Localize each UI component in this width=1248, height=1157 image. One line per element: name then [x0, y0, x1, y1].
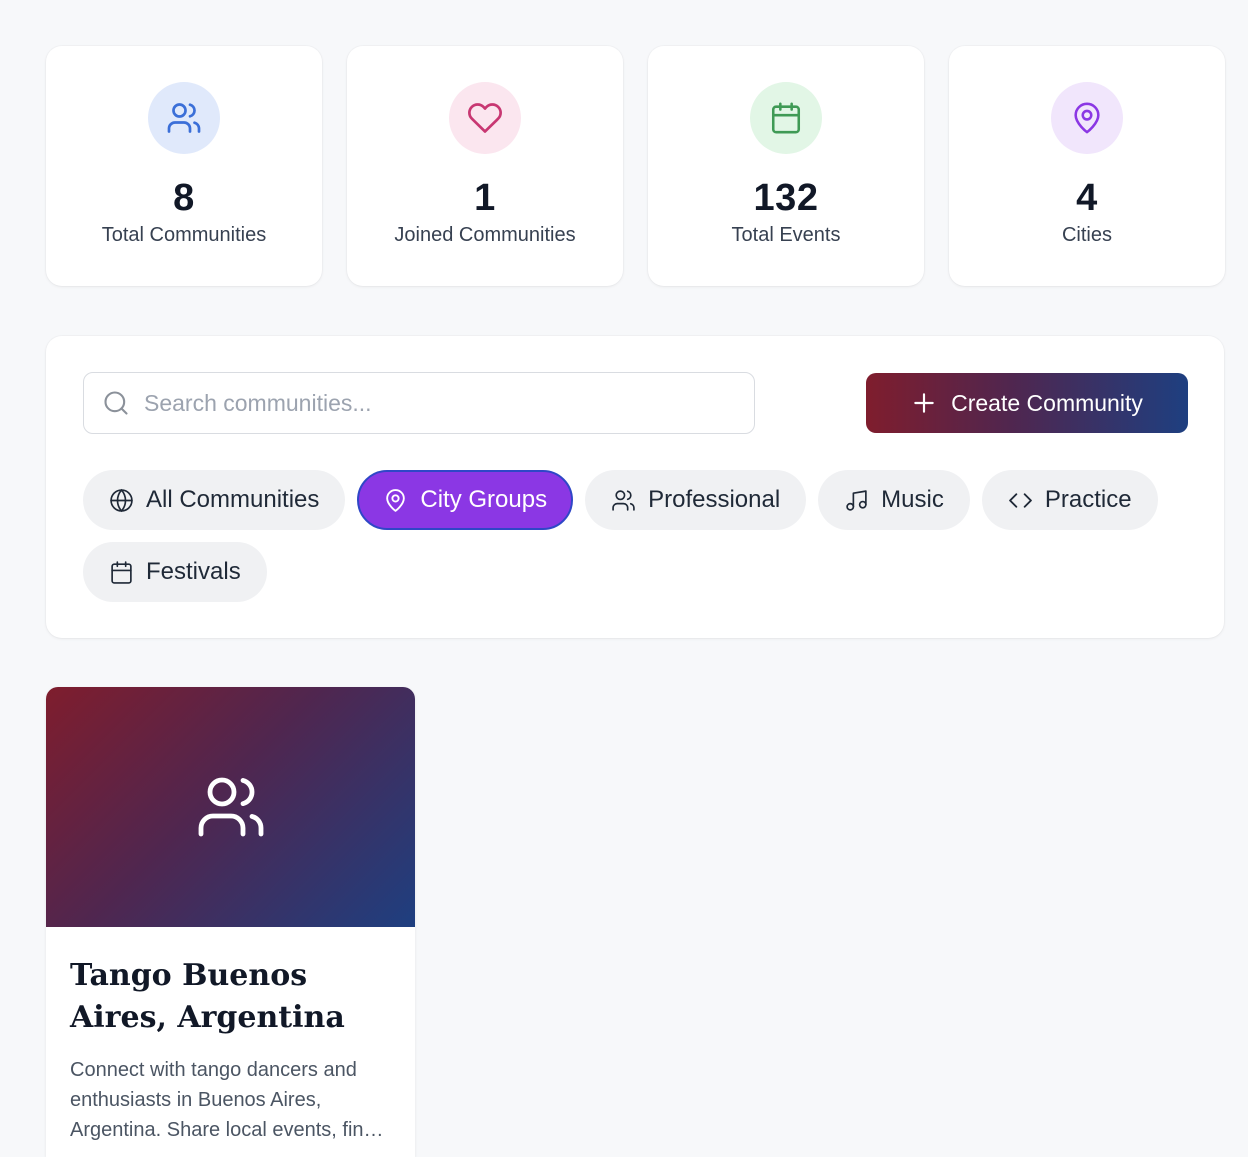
stat-label: Joined Communities	[394, 224, 576, 246]
map-pin-icon	[383, 488, 408, 513]
users-icon	[611, 488, 636, 513]
search-box[interactable]	[83, 372, 755, 434]
calendar-icon	[109, 560, 134, 585]
stat-card-total-communities: 8 Total Communities	[46, 46, 322, 286]
filter-label: Festivals	[146, 558, 241, 585]
music-icon	[844, 488, 869, 513]
stat-label: Cities	[1061, 224, 1112, 246]
filter-music[interactable]: Music	[818, 470, 970, 530]
users-icon	[195, 771, 267, 843]
create-community-label: Create Community	[951, 389, 1143, 416]
category-filters: All Communities City Groups Professional	[83, 470, 1183, 602]
create-community-button[interactable]: Create Community	[866, 373, 1188, 433]
community-title[interactable]: Tango Buenos Aires, Argentina	[70, 955, 391, 1039]
search-icon	[102, 389, 130, 417]
stat-label: Total Communities	[101, 224, 267, 246]
filter-festivals[interactable]: Festivals	[83, 542, 267, 602]
stat-label: Total Events	[731, 224, 841, 246]
community-card[interactable]: Tango Buenos Aires, Argentina Connect wi…	[46, 687, 415, 1157]
stat-value: 132	[753, 177, 819, 219]
heart-icon	[449, 82, 521, 154]
globe-icon	[109, 488, 134, 513]
filter-label: Practice	[1044, 486, 1132, 513]
search-input[interactable]	[144, 389, 704, 417]
filter-label: Professional	[648, 486, 781, 513]
stat-value: 4	[1076, 177, 1098, 219]
stat-value: 1	[474, 177, 496, 219]
community-card-banner	[46, 687, 415, 927]
community-description: Connect with tango dancers and enthusias…	[70, 1059, 375, 1141]
stat-value: 8	[173, 177, 195, 219]
filter-label: City Groups	[420, 486, 548, 513]
stat-card-total-events: 132 Total Events	[648, 46, 924, 286]
filter-label: Music	[881, 486, 944, 513]
calendar-icon	[750, 82, 822, 154]
stats-row: 8 Total Communities 1 Joined Communities…	[46, 46, 1225, 286]
filter-panel: Create Community All Communities City Gr…	[46, 336, 1224, 638]
filter-practice[interactable]: Practice	[981, 470, 1158, 530]
users-icon	[148, 82, 220, 154]
stat-card-cities: 4 Cities	[949, 46, 1225, 286]
filter-all-communities[interactable]: All Communities	[83, 470, 346, 530]
filter-city-groups[interactable]: City Groups	[357, 470, 574, 530]
code-icon	[1008, 488, 1033, 513]
filter-professional[interactable]: Professional	[585, 470, 807, 530]
stat-card-joined-communities: 1 Joined Communities	[347, 46, 623, 286]
filter-label: All Communities	[146, 486, 320, 513]
plus-icon	[911, 390, 937, 416]
map-pin-icon	[1051, 82, 1123, 154]
